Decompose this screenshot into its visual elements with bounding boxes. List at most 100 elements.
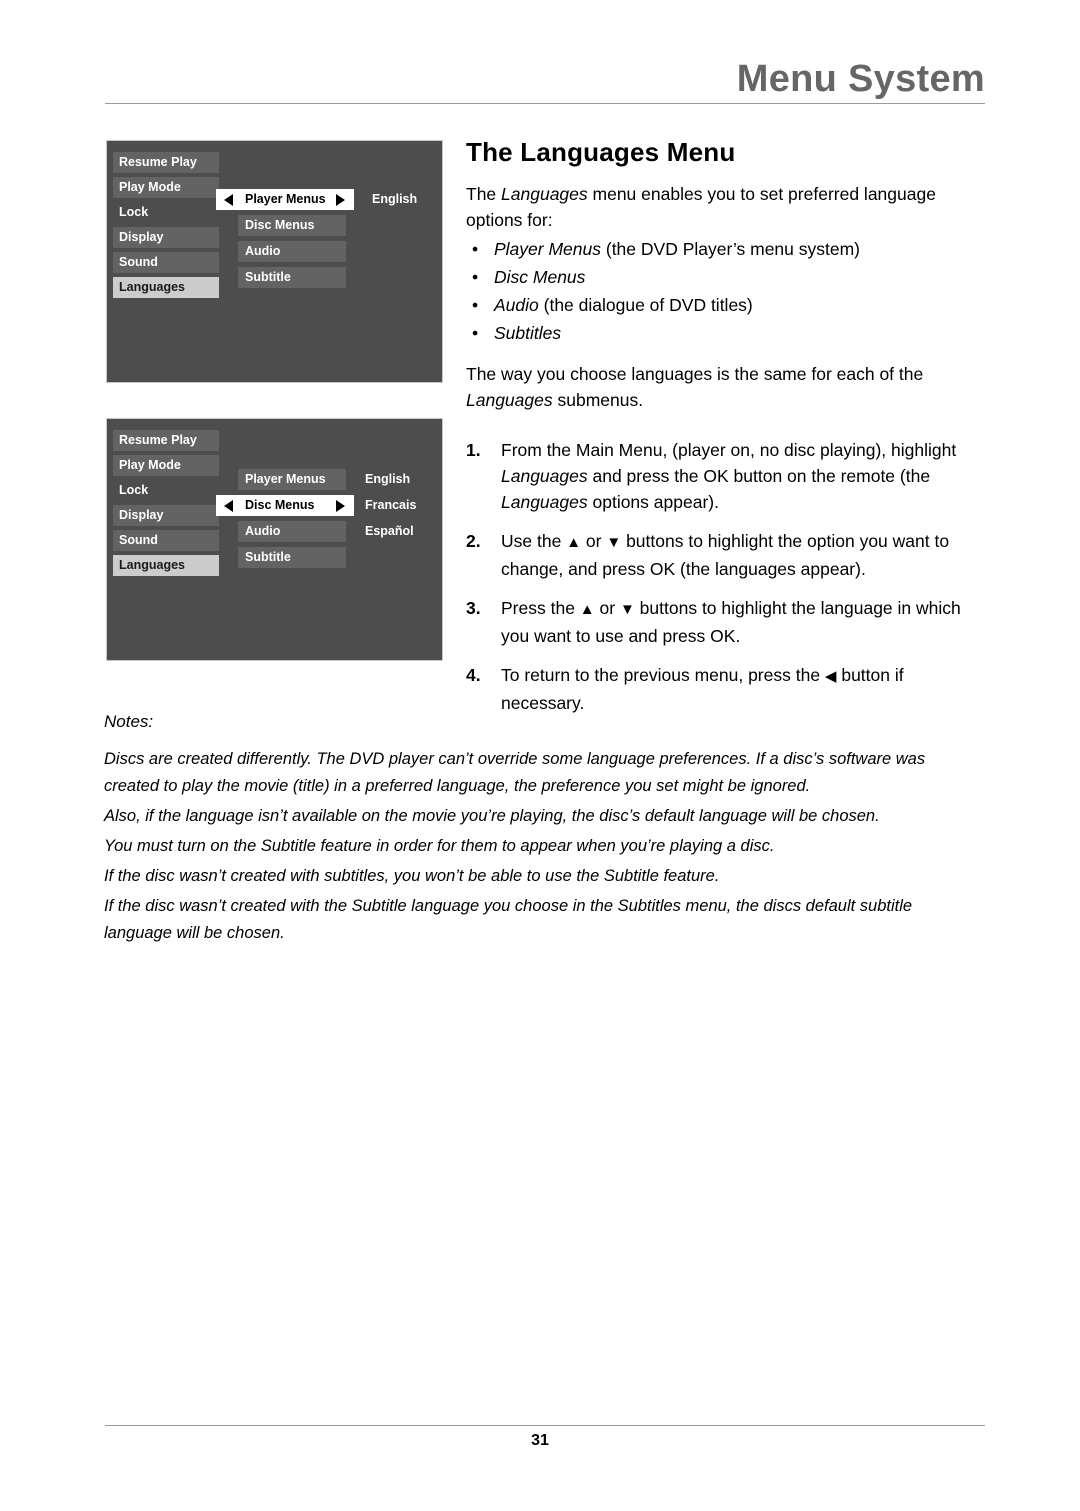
submenu-item-player-menus[interactable]: Player Menus: [238, 469, 346, 490]
osd-sidebar: Resume Play Play Mode Lock Display Sound…: [113, 152, 219, 302]
submenu-item-disc-menus[interactable]: Disc Menus: [238, 215, 346, 236]
steps-list: 1. From the Main Menu, (player on, no dis…: [466, 437, 984, 716]
osd-submenu: Player Menus Disc Menus Audio Subtitle: [216, 469, 354, 573]
value-item-francais[interactable]: Francais: [365, 495, 416, 516]
submenu-item-subtitle[interactable]: Subtitle: [238, 267, 346, 288]
bullet-dot-icon: •: [472, 294, 479, 315]
body-column: The Languages Menu The Languages menu en…: [466, 138, 984, 729]
submenus-text-2: submenus.: [552, 389, 644, 410]
arrow-down-icon: ▼: [619, 600, 635, 618]
page-number: 31: [531, 1432, 549, 1449]
step-text-2: or: [594, 597, 620, 618]
bullet-dot-icon: •: [472, 266, 479, 287]
sidebar-item-lock[interactable]: Lock: [113, 202, 219, 223]
option-bullet-list: • Player Menus (the DVD Player’s menu sys…: [466, 235, 984, 347]
sidebar-item-display[interactable]: Display: [113, 227, 219, 248]
step-italic-1: Languages: [501, 465, 588, 486]
sidebar-item-sound[interactable]: Sound: [113, 530, 219, 551]
arrow-right-icon: [336, 193, 345, 206]
osd-value-list: English Francais Español: [365, 469, 416, 547]
arrow-left-icon: [224, 193, 233, 206]
arrow-down-icon: ▼: [606, 533, 622, 551]
step-text-1: To return to the previous menu, press th…: [501, 664, 825, 685]
arrow-left-icon: ◀: [824, 667, 837, 685]
sidebar-item-play-mode[interactable]: Play Mode: [113, 177, 219, 198]
intro-paragraph: The Languages menu enables you to set pr…: [466, 181, 984, 233]
step-text-2: or: [581, 530, 607, 551]
list-item: • Audio (the dialogue of DVD titles): [466, 291, 984, 319]
list-item: 3. Press the ▲ or ▼ buttons to highlight …: [466, 595, 984, 649]
bullet-italic-label: Player Menus: [494, 238, 601, 259]
manual-page: Menu System Resume Play Play Mode Lock D…: [0, 0, 1080, 1511]
note-paragraph: You must turn on the Subtitle feature in…: [104, 837, 775, 855]
bullet-dot-icon: •: [472, 238, 479, 259]
step-text-3: options appear).: [587, 491, 719, 512]
list-item: 4. To return to the previous menu, press …: [466, 662, 984, 716]
step-number: 2.: [466, 530, 481, 551]
arrow-up-icon: ▲: [566, 533, 582, 551]
arrow-right-icon: [336, 499, 345, 512]
step-text-1: From the Main Menu, (player on, no disc …: [501, 439, 957, 460]
osd-value-list: English: [372, 189, 417, 215]
list-item: • Player Menus (the DVD Player’s menu sys…: [466, 235, 984, 263]
submenus-text-1: The way you choose languages is the same…: [466, 363, 924, 384]
sidebar-item-lock[interactable]: Lock: [113, 480, 219, 501]
arrow-left-icon: [224, 499, 233, 512]
submenu-item-subtitle[interactable]: Subtitle: [238, 547, 346, 568]
step-text-1: Use the: [501, 530, 567, 551]
bullet-rest: (the dialogue of DVD titles): [538, 294, 753, 315]
value-item-english[interactable]: English: [372, 189, 417, 210]
submenus-paragraph: The way you choose languages is the same…: [466, 361, 984, 413]
bullet-rest: (the DVD Player’s menu system): [601, 238, 861, 259]
note-paragraph: Also, if the language isn’t available on…: [104, 807, 880, 825]
list-item: 1. From the Main Menu, (player on, no dis…: [466, 437, 984, 515]
intro-text-before: The: [466, 183, 502, 204]
step-number: 3.: [466, 597, 481, 618]
submenus-text-italic: Languages: [466, 389, 553, 410]
note-paragraph: If the disc wasn’t created with the Subt…: [104, 897, 913, 942]
value-item-english[interactable]: English: [365, 469, 416, 490]
step-text-1: Press the: [501, 597, 580, 618]
step-italic-2: Languages: [501, 491, 588, 512]
submenu-item-label: Disc Menus: [245, 218, 315, 232]
bullet-dot-icon: •: [472, 322, 479, 343]
submenu-item-audio[interactable]: Audio: [238, 521, 346, 542]
osd-screenshot-disc-menus: Resume Play Play Mode Lock Display Sound…: [106, 418, 443, 661]
osd-submenu: Player Menus Disc Menus Audio Subtitle: [216, 189, 354, 293]
sidebar-item-resume-play[interactable]: Resume Play: [113, 152, 219, 173]
arrow-up-icon: ▲: [579, 600, 595, 618]
notes-section: Notes: Discs are created differently. Th…: [104, 712, 984, 950]
submenu-item-label: Audio: [245, 524, 281, 538]
sidebar-item-languages[interactable]: Languages: [113, 277, 219, 298]
bullet-italic-label: Audio: [494, 294, 539, 315]
bullet-italic-label: Subtitles: [494, 322, 562, 343]
list-item: • Disc Menus: [466, 263, 984, 291]
submenu-item-player-menus[interactable]: Player Menus: [216, 189, 354, 210]
submenu-item-audio[interactable]: Audio: [238, 241, 346, 262]
sidebar-item-play-mode[interactable]: Play Mode: [113, 455, 219, 476]
sidebar-item-languages[interactable]: Languages: [113, 555, 219, 576]
intro-text-italic: Languages: [501, 183, 588, 204]
sidebar-item-resume-play[interactable]: Resume Play: [113, 430, 219, 451]
submenu-item-label: Disc Menus: [245, 498, 315, 512]
sidebar-item-display[interactable]: Display: [113, 505, 219, 526]
step-number: 4.: [466, 664, 481, 685]
step-text-2: and press the OK button on the remote (t…: [587, 465, 931, 486]
submenu-item-disc-menus[interactable]: Disc Menus: [216, 495, 354, 516]
submenu-item-label: Player Menus: [245, 472, 326, 486]
submenu-item-label: Player Menus: [245, 192, 326, 206]
submenu-item-label: Audio: [245, 244, 281, 258]
osd-sidebar: Resume Play Play Mode Lock Display Sound…: [113, 430, 219, 580]
section-heading: The Languages Menu: [466, 137, 736, 167]
list-item: 2. Use the ▲ or ▼ buttons to highlight th…: [466, 528, 984, 582]
header-divider: [105, 103, 985, 104]
note-paragraph: Discs are created differently. The DVD p…: [104, 750, 926, 795]
value-item-espanol[interactable]: Español: [365, 521, 416, 542]
step-number: 1.: [466, 439, 481, 460]
page-title: Menu System: [736, 58, 985, 100]
bullet-italic-label: Disc Menus: [494, 266, 586, 287]
page-header: Menu System: [105, 46, 985, 104]
note-paragraph: If the disc wasn’t created with subtitle…: [104, 867, 720, 885]
sidebar-item-sound[interactable]: Sound: [113, 252, 219, 273]
submenu-item-label: Subtitle: [245, 270, 291, 284]
